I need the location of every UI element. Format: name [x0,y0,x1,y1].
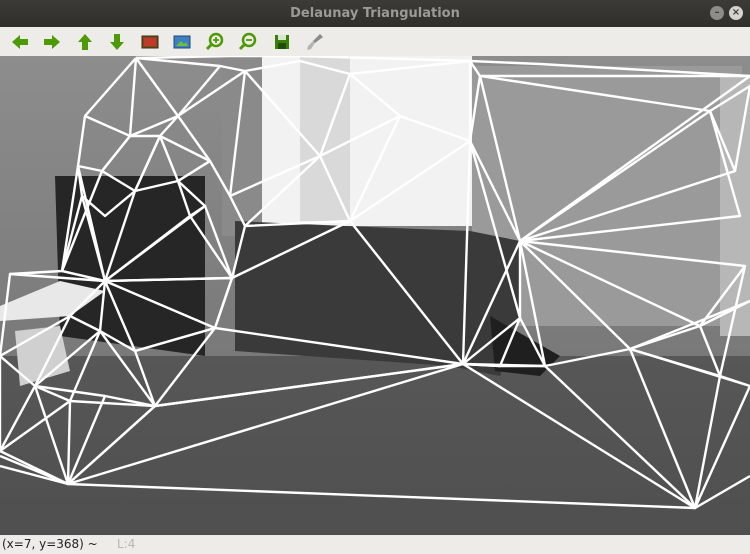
triangulation-view [0,56,750,535]
close-button[interactable]: × [729,6,743,20]
arrow-down-icon [110,33,124,50]
arrow-left-icon [12,34,28,49]
pan-down-button[interactable] [105,30,129,53]
arrow-right-icon [44,34,60,49]
save-button[interactable] [270,30,294,53]
properties-button[interactable] [303,30,327,53]
zoom-fit-button[interactable] [138,30,162,53]
toolbar [0,27,750,57]
zoom-out-button[interactable] [236,30,260,53]
zoom-in-icon [205,32,224,50]
window-title: Delaunay Triangulation [290,6,460,21]
brush-icon [307,33,323,50]
image-icon [141,35,159,48]
pan-right-button[interactable] [40,30,64,53]
image-canvas[interactable] [0,56,750,535]
status-extra: L:4 [117,537,136,551]
status-bar: (x=7, y=368) ~ L:4 [0,535,750,554]
pan-left-button[interactable] [8,30,32,53]
floppy-icon [275,34,289,49]
zoom-out-icon [238,32,257,50]
zoom-in-button[interactable] [203,30,227,53]
title-bar: Delaunay Triangulation – × [0,0,750,27]
minimize-button[interactable]: – [710,6,724,20]
arrow-up-icon [78,33,92,50]
zoom-original-button[interactable] [170,30,194,53]
pan-up-button[interactable] [73,30,97,53]
cursor-position: (x=7, y=368) ~ [2,537,98,551]
photo-icon [173,35,191,48]
